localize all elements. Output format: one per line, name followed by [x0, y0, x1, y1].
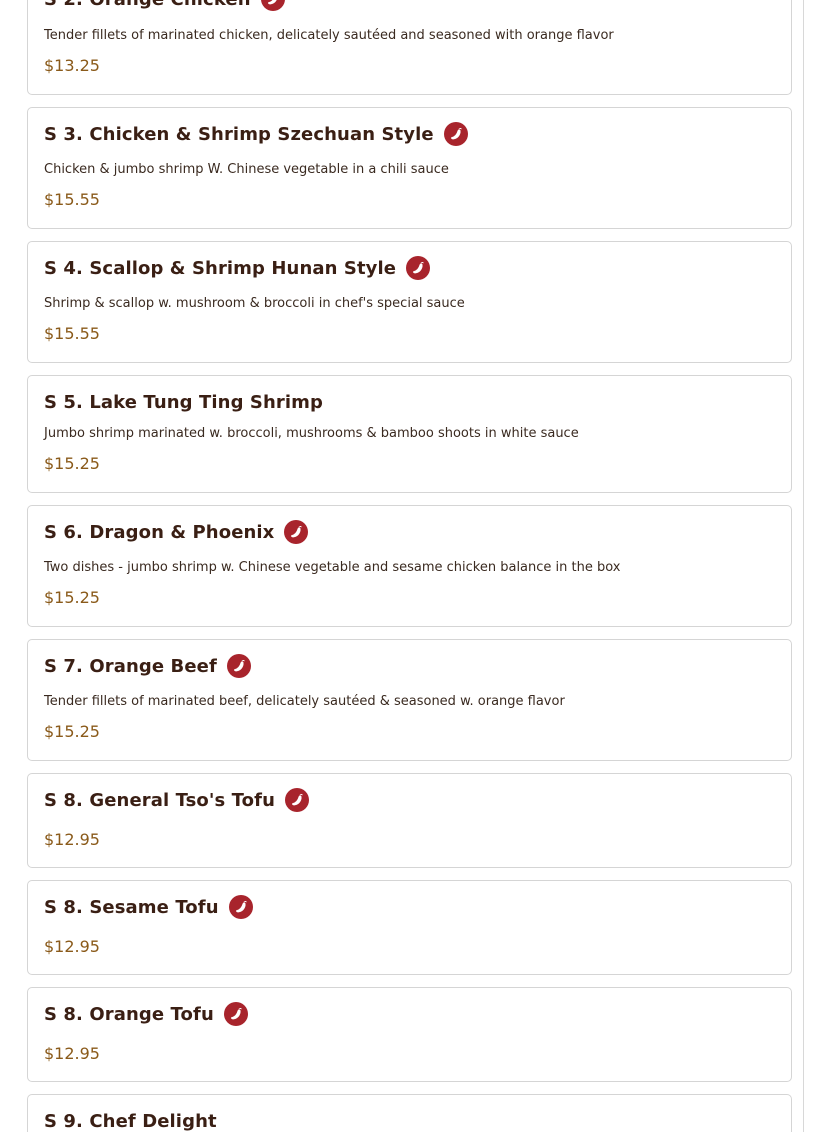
- menu-item-title-row: S 2. Orange Chicken: [44, 0, 285, 13]
- menu-item-card[interactable]: S 5. Lake Tung Ting Shrimp Jumbo shrimp …: [27, 375, 792, 493]
- menu-item-price: $12.95: [44, 1044, 100, 1063]
- menu-item-card[interactable]: S 4. Scallop & Shrimp Hunan Style Shrimp…: [27, 241, 792, 363]
- menu-item-title-row: S 5. Lake Tung Ting Shrimp: [44, 388, 323, 416]
- menu-item-price: $12.95: [44, 830, 100, 849]
- menu-item-description: Tender fillets of marinated chicken, del…: [44, 28, 614, 43]
- chili-pepper-icon: [284, 520, 309, 544]
- menu-item-card[interactable]: S 3. Chicken & Shrimp Szechuan Style Chi…: [27, 107, 792, 229]
- menu-item-title: S 4. Scallop & Shrimp Hunan Style: [44, 257, 397, 279]
- chili-pepper-icon: [443, 122, 468, 146]
- chili-pepper-icon: [228, 895, 253, 919]
- menu-item-description: Two dishes - jumbo shrimp w. Chinese veg…: [44, 560, 621, 575]
- menu-item-title-row: S 9. Chef Delight: [44, 1107, 217, 1132]
- menu-item-card[interactable]: S 9. Chef Delight: [27, 1094, 792, 1132]
- menu-item-title-row: S 7. Orange Beef: [44, 652, 251, 680]
- chili-pepper-icon: [260, 0, 285, 11]
- menu-item-title: S 2. Orange Chicken: [44, 0, 251, 10]
- chili-pepper-icon: [406, 256, 431, 280]
- chili-pepper-icon: [223, 1002, 248, 1026]
- menu-item-price: $15.55: [44, 190, 100, 209]
- menu-item-title: S 6. Dragon & Phoenix: [44, 521, 275, 543]
- menu-item-card[interactable]: S 6. Dragon & Phoenix Two dishes - jumbo…: [27, 505, 792, 627]
- menu-item-description: Tender fillets of marinated beef, delica…: [44, 694, 565, 709]
- menu-item-title: S 9. Chef Delight: [44, 1110, 217, 1132]
- menu-item-title: S 3. Chicken & Shrimp Szechuan Style: [44, 123, 434, 145]
- menu-item-price: $15.55: [44, 324, 100, 343]
- menu-item-price: $15.25: [44, 722, 100, 741]
- menu-item-title-row: S 8. General Tso's Tofu: [44, 786, 309, 814]
- menu-item-title-row: S 8. Sesame Tofu: [44, 893, 253, 921]
- menu-item-title-row: S 6. Dragon & Phoenix: [44, 518, 309, 546]
- menu-item-title: S 8. Sesame Tofu: [44, 896, 219, 918]
- menu-item-description: Shrimp & scallop w. mushroom & broccoli …: [44, 296, 465, 311]
- chili-pepper-icon: [226, 654, 251, 678]
- menu-item-price: $15.25: [44, 454, 100, 473]
- chili-pepper-icon: [284, 788, 309, 812]
- menu-item-card[interactable]: S 8. Orange Tofu $12.95: [27, 987, 792, 1082]
- menu-page: S 2. Orange Chicken Tender fillets of ma…: [0, 0, 824, 1132]
- menu-item-title-row: S 4. Scallop & Shrimp Hunan Style: [44, 254, 431, 282]
- scroll-divider: [803, 0, 804, 1132]
- menu-item-title: S 5. Lake Tung Ting Shrimp: [44, 391, 323, 413]
- menu-item-price: $15.25: [44, 588, 100, 607]
- menu-item-title: S 7. Orange Beef: [44, 655, 217, 677]
- menu-item-card[interactable]: S 2. Orange Chicken Tender fillets of ma…: [27, 0, 792, 95]
- menu-item-card[interactable]: S 7. Orange Beef Tender fillets of marin…: [27, 639, 792, 761]
- menu-item-card[interactable]: S 8. Sesame Tofu $12.95: [27, 880, 792, 975]
- menu-item-description: Chicken & jumbo shrimp W. Chinese vegeta…: [44, 162, 449, 177]
- menu-item-title-row: S 8. Orange Tofu: [44, 1000, 248, 1028]
- menu-item-price: $13.25: [44, 56, 100, 75]
- menu-item-list: S 2. Orange Chicken Tender fillets of ma…: [27, 0, 792, 1132]
- menu-item-card[interactable]: S 8. General Tso's Tofu $12.95: [27, 773, 792, 868]
- menu-item-description: Jumbo shrimp marinated w. broccoli, mush…: [44, 426, 579, 441]
- menu-item-price: $12.95: [44, 937, 100, 956]
- menu-item-title: S 8. Orange Tofu: [44, 1003, 214, 1025]
- menu-item-title-row: S 3. Chicken & Shrimp Szechuan Style: [44, 120, 468, 148]
- menu-item-title: S 8. General Tso's Tofu: [44, 789, 275, 811]
